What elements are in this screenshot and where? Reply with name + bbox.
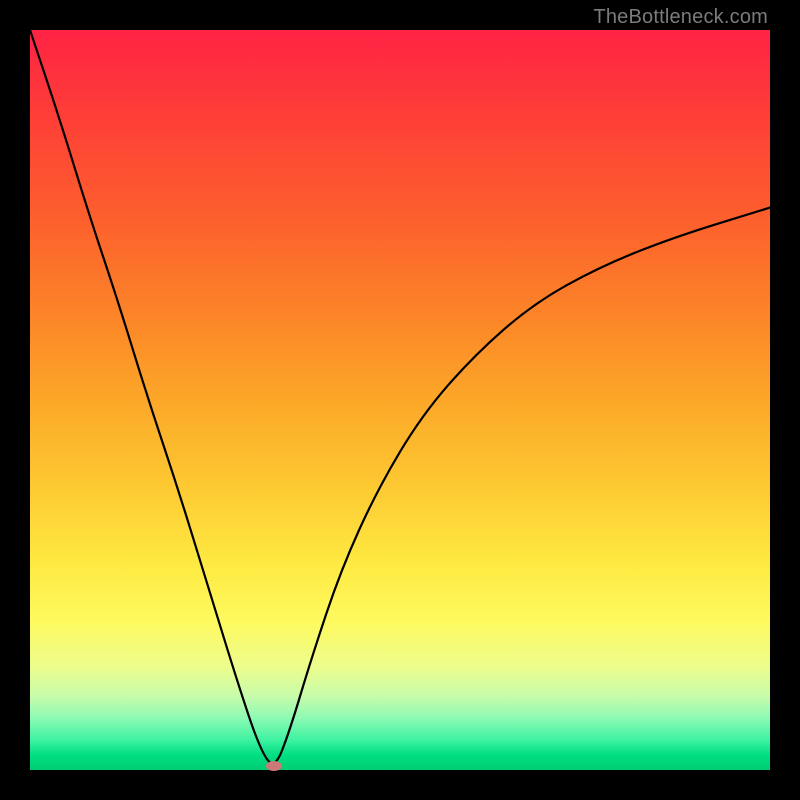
- chart-frame: TheBottleneck.com: [0, 0, 800, 800]
- curve-svg: [30, 30, 770, 770]
- watermark-text: TheBottleneck.com: [593, 6, 768, 29]
- plot-area: [30, 30, 770, 770]
- min-marker: [266, 761, 282, 771]
- bottleneck-curve-path: [30, 30, 770, 763]
